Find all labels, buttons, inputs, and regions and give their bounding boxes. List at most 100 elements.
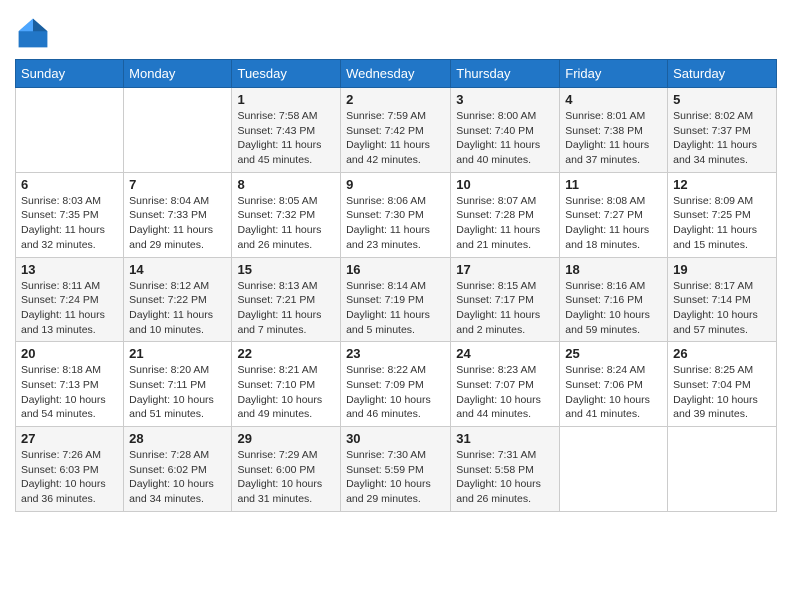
day-info: Sunrise: 8:12 AMSunset: 7:22 PMDaylight:… [129, 279, 226, 338]
calendar-cell: 20 Sunrise: 8:18 AMSunset: 7:13 PMDayligh… [16, 342, 124, 427]
calendar-cell: 10 Sunrise: 8:07 AMSunset: 7:28 PMDayligh… [451, 172, 560, 257]
header-sunday: Sunday [16, 60, 124, 88]
header-thursday: Thursday [451, 60, 560, 88]
day-number: 4 [565, 92, 662, 107]
calendar-cell: 25 Sunrise: 8:24 AMSunset: 7:06 PMDayligh… [560, 342, 668, 427]
header-saturday: Saturday [668, 60, 777, 88]
calendar-cell: 31 Sunrise: 7:31 AMSunset: 5:58 PMDayligh… [451, 427, 560, 512]
day-number: 17 [456, 262, 554, 277]
day-number: 3 [456, 92, 554, 107]
day-info: Sunrise: 7:26 AMSunset: 6:03 PMDaylight:… [21, 448, 118, 507]
day-number: 30 [346, 431, 445, 446]
day-info: Sunrise: 8:01 AMSunset: 7:38 PMDaylight:… [565, 109, 662, 168]
day-number: 10 [456, 177, 554, 192]
calendar-cell [668, 427, 777, 512]
day-number: 27 [21, 431, 118, 446]
calendar-week-row: 6Sunrise: 8:03 AMSunset: 7:35 PMDaylight… [16, 172, 777, 257]
day-info: Sunrise: 8:07 AMSunset: 7:28 PMDaylight:… [456, 194, 554, 253]
day-info: Sunrise: 8:00 AMSunset: 7:40 PMDaylight:… [456, 109, 554, 168]
day-number: 23 [346, 346, 445, 361]
calendar-cell: 2Sunrise: 7:59 AMSunset: 7:42 PMDaylight… [341, 88, 451, 173]
calendar-cell: 18 Sunrise: 8:16 AMSunset: 7:16 PMDayligh… [560, 257, 668, 342]
day-info: Sunrise: 8:20 AMSunset: 7:11 PMDaylight:… [129, 363, 226, 422]
header-friday: Friday [560, 60, 668, 88]
day-number: 9 [346, 177, 445, 192]
calendar-cell: 5 Sunrise: 8:02 AMSunset: 7:37 PMDaylight… [668, 88, 777, 173]
day-info: Sunrise: 8:22 AMSunset: 7:09 PMDaylight:… [346, 363, 445, 422]
calendar-cell: 9Sunrise: 8:06 AMSunset: 7:30 PMDaylight… [341, 172, 451, 257]
day-number: 18 [565, 262, 662, 277]
calendar-cell: 12 Sunrise: 8:09 AMSunset: 7:25 PMDayligh… [668, 172, 777, 257]
header [15, 10, 777, 51]
calendar-cell: 11Sunrise: 8:08 AMSunset: 7:27 PMDayligh… [560, 172, 668, 257]
day-info: Sunrise: 8:13 AMSunset: 7:21 PMDaylight:… [237, 279, 335, 338]
day-info: Sunrise: 8:15 AMSunset: 7:17 PMDaylight:… [456, 279, 554, 338]
day-info: Sunrise: 8:23 AMSunset: 7:07 PMDaylight:… [456, 363, 554, 422]
calendar-cell: 1 Sunrise: 7:58 AMSunset: 7:43 PMDaylight… [232, 88, 341, 173]
calendar-cell: 21 Sunrise: 8:20 AMSunset: 7:11 PMDayligh… [124, 342, 232, 427]
day-number: 26 [673, 346, 771, 361]
calendar-cell: 24Sunrise: 8:23 AMSunset: 7:07 PMDayligh… [451, 342, 560, 427]
calendar-week-row: 13 Sunrise: 8:11 AMSunset: 7:24 PMDayligh… [16, 257, 777, 342]
header-tuesday: Tuesday [232, 60, 341, 88]
day-number: 14 [129, 262, 226, 277]
day-info: Sunrise: 8:24 AMSunset: 7:06 PMDaylight:… [565, 363, 662, 422]
day-info: Sunrise: 7:30 AMSunset: 5:59 PMDaylight:… [346, 448, 445, 507]
day-number: 15 [237, 262, 335, 277]
calendar-cell: 14 Sunrise: 8:12 AMSunset: 7:22 PMDayligh… [124, 257, 232, 342]
day-number: 1 [237, 92, 335, 107]
day-number: 22 [237, 346, 335, 361]
calendar-cell [560, 427, 668, 512]
calendar-cell: 16 Sunrise: 8:14 AMSunset: 7:19 PMDayligh… [341, 257, 451, 342]
day-info: Sunrise: 8:09 AMSunset: 7:25 PMDaylight:… [673, 194, 771, 253]
day-info: Sunrise: 7:29 AMSunset: 6:00 PMDaylight:… [237, 448, 335, 507]
calendar-cell: 23 Sunrise: 8:22 AMSunset: 7:09 PMDayligh… [341, 342, 451, 427]
calendar-cell: 28 Sunrise: 7:28 AMSunset: 6:02 PMDayligh… [124, 427, 232, 512]
calendar-week-row: 1 Sunrise: 7:58 AMSunset: 7:43 PMDaylight… [16, 88, 777, 173]
calendar-cell: 27 Sunrise: 7:26 AMSunset: 6:03 PMDayligh… [16, 427, 124, 512]
day-info: Sunrise: 8:05 AMSunset: 7:32 PMDaylight:… [237, 194, 335, 253]
calendar-cell: 22Sunrise: 8:21 AMSunset: 7:10 PMDayligh… [232, 342, 341, 427]
calendar-cell [124, 88, 232, 173]
day-number: 8 [237, 177, 335, 192]
day-number: 29 [237, 431, 335, 446]
page: Sunday Monday Tuesday Wednesday Thursday… [0, 0, 792, 612]
day-info: Sunrise: 8:11 AMSunset: 7:24 PMDaylight:… [21, 279, 118, 338]
day-number: 7 [129, 177, 226, 192]
weekday-header-row: Sunday Monday Tuesday Wednesday Thursday… [16, 60, 777, 88]
calendar-cell: 6Sunrise: 8:03 AMSunset: 7:35 PMDaylight… [16, 172, 124, 257]
day-info: Sunrise: 8:16 AMSunset: 7:16 PMDaylight:… [565, 279, 662, 338]
day-number: 13 [21, 262, 118, 277]
day-info: Sunrise: 8:17 AMSunset: 7:14 PMDaylight:… [673, 279, 771, 338]
calendar-cell: 26 Sunrise: 8:25 AMSunset: 7:04 PMDayligh… [668, 342, 777, 427]
calendar-week-row: 20 Sunrise: 8:18 AMSunset: 7:13 PMDayligh… [16, 342, 777, 427]
calendar-cell: 17 Sunrise: 8:15 AMSunset: 7:17 PMDayligh… [451, 257, 560, 342]
day-info: Sunrise: 8:18 AMSunset: 7:13 PMDaylight:… [21, 363, 118, 422]
day-info: Sunrise: 8:14 AMSunset: 7:19 PMDaylight:… [346, 279, 445, 338]
calendar-cell: 30 Sunrise: 7:30 AMSunset: 5:59 PMDayligh… [341, 427, 451, 512]
day-info: Sunrise: 8:03 AMSunset: 7:35 PMDaylight:… [21, 194, 118, 253]
day-info: Sunrise: 8:04 AMSunset: 7:33 PMDaylight:… [129, 194, 226, 253]
calendar-table: Sunday Monday Tuesday Wednesday Thursday… [15, 59, 777, 512]
day-info: Sunrise: 7:58 AMSunset: 7:43 PMDaylight:… [237, 109, 335, 168]
day-number: 28 [129, 431, 226, 446]
day-number: 5 [673, 92, 771, 107]
calendar-week-row: 27 Sunrise: 7:26 AMSunset: 6:03 PMDayligh… [16, 427, 777, 512]
day-number: 25 [565, 346, 662, 361]
logo [15, 15, 53, 51]
day-number: 21 [129, 346, 226, 361]
day-info: Sunrise: 7:28 AMSunset: 6:02 PMDaylight:… [129, 448, 226, 507]
calendar-cell: 29 Sunrise: 7:29 AMSunset: 6:00 PMDayligh… [232, 427, 341, 512]
day-number: 31 [456, 431, 554, 446]
day-number: 20 [21, 346, 118, 361]
day-info: Sunrise: 7:31 AMSunset: 5:58 PMDaylight:… [456, 448, 554, 507]
calendar-cell: 8 Sunrise: 8:05 AMSunset: 7:32 PMDaylight… [232, 172, 341, 257]
calendar-cell: 19 Sunrise: 8:17 AMSunset: 7:14 PMDayligh… [668, 257, 777, 342]
day-info: Sunrise: 8:02 AMSunset: 7:37 PMDaylight:… [673, 109, 771, 168]
day-number: 12 [673, 177, 771, 192]
day-info: Sunrise: 8:25 AMSunset: 7:04 PMDaylight:… [673, 363, 771, 422]
day-number: 16 [346, 262, 445, 277]
calendar-cell: 3 Sunrise: 8:00 AMSunset: 7:40 PMDaylight… [451, 88, 560, 173]
day-info: Sunrise: 8:08 AMSunset: 7:27 PMDaylight:… [565, 194, 662, 253]
day-number: 19 [673, 262, 771, 277]
